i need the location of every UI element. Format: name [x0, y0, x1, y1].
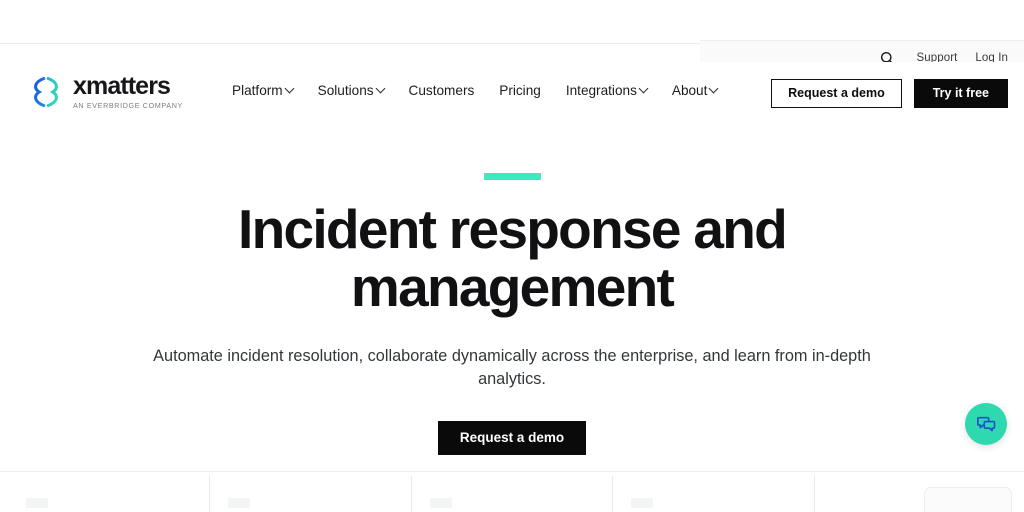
xmatters-logo-icon — [34, 76, 58, 108]
placeholder-block — [227, 498, 250, 508]
request-demo-button-header[interactable]: Request a demo — [771, 79, 902, 108]
nav-item-label: Integrations — [565, 83, 637, 98]
logo-tagline: AN EVERBRIDGE COMPANY — [73, 101, 183, 111]
placeholder-block — [26, 498, 48, 508]
nav-item-about[interactable]: About — [671, 83, 719, 98]
page-root: Support Log In xmatters AN EVERBRIDGE CO… — [0, 0, 1024, 512]
nav-item-label: Pricing — [499, 83, 541, 98]
hero-cta-wrap: Request a demo — [0, 421, 1024, 456]
nav-item-platform[interactable]: Platform — [232, 83, 295, 98]
placeholder-block — [429, 498, 452, 508]
nav-item-label: Solutions — [317, 83, 374, 98]
nav-item-label: About — [671, 83, 708, 98]
placeholder-card — [923, 487, 1012, 512]
below-fold-column — [410, 476, 613, 512]
below-fold-section — [0, 471, 1024, 512]
logo-wordmark: xmatters — [73, 72, 171, 101]
nav-item-customers[interactable]: Customers — [409, 84, 475, 98]
below-fold-column — [814, 476, 1016, 512]
nav-item-solutions[interactable]: Solutions — [317, 83, 385, 98]
below-fold-column — [612, 476, 814, 512]
hero-accent-bar — [483, 173, 541, 180]
chevron-down-icon — [708, 83, 719, 94]
placeholder-block — [631, 498, 654, 508]
request-demo-button-hero[interactable]: Request a demo — [437, 421, 587, 456]
nav-item-label: Platform — [232, 83, 283, 98]
nav-item-integrations[interactable]: Integrations — [565, 83, 649, 98]
chat-bubbles-icon — [976, 416, 995, 431]
hero-subtitle: Automate incident resolution, collaborat… — [153, 346, 871, 389]
below-fold-column — [8, 476, 209, 512]
chevron-down-icon — [284, 83, 295, 94]
chevron-down-icon — [375, 83, 385, 94]
logo-text: xmatters AN EVERBRIDGE COMPANY — [73, 72, 183, 111]
chat-widget-button[interactable] — [965, 403, 1007, 445]
below-fold-column — [208, 476, 411, 512]
below-fold-columns — [8, 476, 1016, 512]
nav-item-label: Customers — [408, 83, 475, 98]
header-actions: Request a demo Try it free — [771, 79, 1008, 108]
main-nav: Platform Solutions Customers Pricing Int… — [232, 83, 719, 98]
try-it-free-button[interactable]: Try it free — [913, 79, 1008, 108]
chevron-down-icon — [638, 83, 649, 94]
nav-item-pricing[interactable]: Pricing — [499, 84, 541, 98]
top-white-gap — [0, 0, 1024, 44]
site-header: xmatters AN EVERBRIDGE COMPANY Platform … — [0, 62, 1024, 128]
hero-section: Incident response and management Automat… — [0, 128, 1024, 456]
page-title: Incident response and management — [237, 198, 788, 319]
logo[interactable]: xmatters AN EVERBRIDGE COMPANY — [28, 74, 183, 110]
